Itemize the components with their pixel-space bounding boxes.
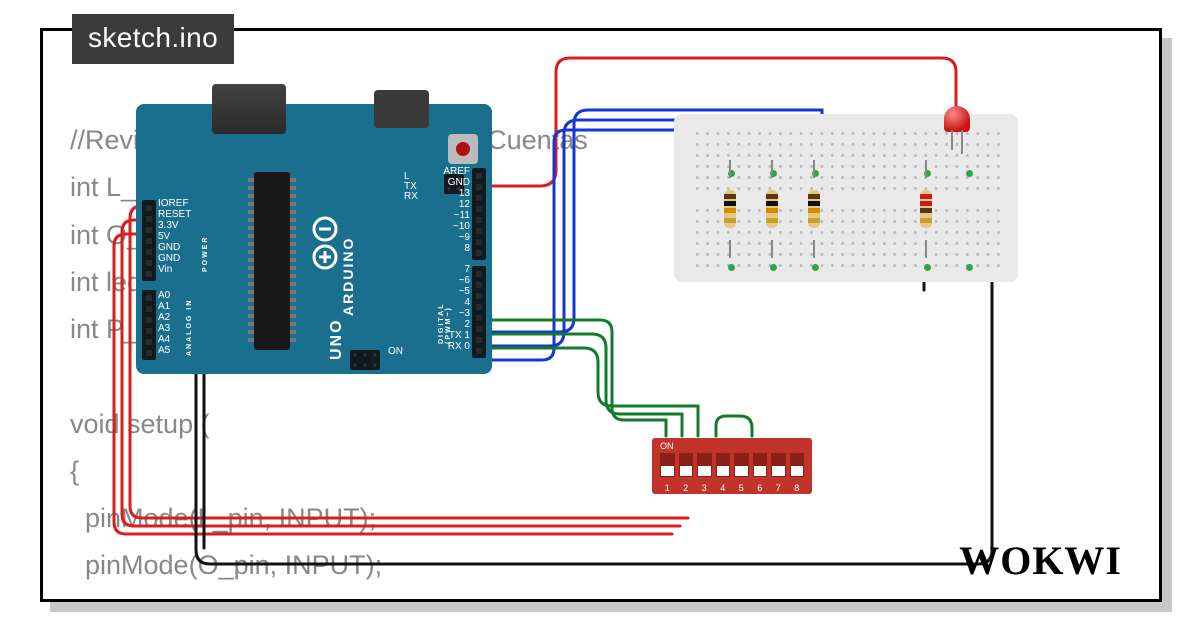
dip-slot-3[interactable]: [697, 453, 712, 477]
analog-pin-labels: A0 A1 A2 A3 A4 A5: [158, 290, 170, 356]
digital-section-label: DIGITAL (PWM~): [438, 290, 452, 344]
atmega-chip: [254, 172, 290, 350]
dip-on-label: ON: [660, 441, 674, 451]
led-bulb: [944, 106, 970, 132]
diagram-stage[interactable]: IOREF RESET 3.3V 5V GND GND Vin A0 A1 A2…: [40, 28, 1162, 602]
breadboard-dot: [924, 264, 931, 271]
power-header[interactable]: [142, 200, 156, 281]
dip-slot-7[interactable]: [771, 453, 786, 477]
dip-slot-6[interactable]: [753, 453, 768, 477]
breadboard-dot: [966, 170, 973, 177]
resistor-10k[interactable]: [724, 178, 736, 240]
breadboard-dot: [812, 264, 819, 271]
power-section-label: POWER: [202, 236, 209, 272]
power-pin-labels: IOREF RESET 3.3V 5V GND GND Vin: [158, 198, 191, 275]
dip-slot-5[interactable]: [734, 453, 749, 477]
analog-section-label: ANALOG IN: [186, 299, 193, 356]
dip-numbers: 12345678: [660, 483, 804, 493]
dip-slot-1[interactable]: [660, 453, 675, 477]
reset-button[interactable]: [448, 134, 478, 164]
on-led-label: ON: [388, 346, 403, 357]
dip-slots[interactable]: [660, 453, 804, 477]
digital-header-a[interactable]: [472, 168, 486, 260]
digital-pin-labels-a: AREF GND 13 12 ~11 ~10 ~9 8: [443, 166, 470, 254]
dip-switch-8[interactable]: ON 12345678: [652, 438, 812, 494]
dip-slot-8[interactable]: [790, 453, 805, 477]
digital-header-b[interactable]: [472, 266, 486, 358]
dc-jack: [374, 90, 429, 128]
arduino-uno[interactable]: IOREF RESET 3.3V 5V GND GND Vin A0 A1 A2…: [136, 104, 492, 374]
led-anode: [961, 130, 963, 154]
resistor-10k[interactable]: [808, 178, 820, 240]
resistor-220[interactable]: [920, 178, 932, 240]
board-name: UNO: [328, 318, 346, 360]
usb-port: [212, 84, 286, 134]
breadboard-dot: [770, 264, 777, 271]
led-red[interactable]: [944, 106, 970, 142]
arduino-brand: ARDUINO: [340, 237, 356, 316]
tx-rx-l-labels: L TX RX: [404, 172, 418, 202]
dip-slot-2[interactable]: [679, 453, 694, 477]
arduino-logo-icon: [308, 214, 342, 274]
analog-header[interactable]: [142, 290, 156, 360]
icsp-header: [350, 350, 380, 370]
breadboard-dot: [728, 264, 735, 271]
led-cathode: [951, 130, 953, 150]
breadboard-dot: [966, 264, 973, 271]
wokwi-logo: WOKWI: [959, 537, 1122, 584]
dip-slot-4[interactable]: [716, 453, 731, 477]
resistor-10k[interactable]: [766, 178, 778, 240]
